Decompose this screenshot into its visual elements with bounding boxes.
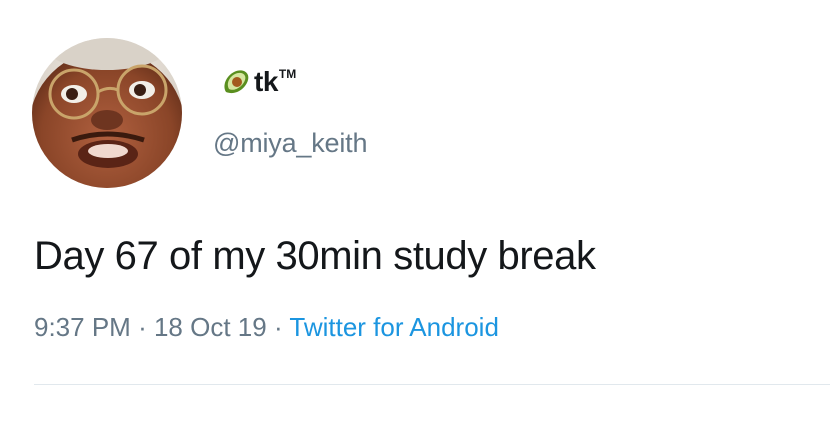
tweet-meta: 9:37 PM · 18 Oct 19 · Twitter for Androi… — [34, 312, 499, 343]
tweet-date[interactable]: 18 Oct 19 — [154, 312, 267, 342]
display-name: tk — [254, 66, 278, 97]
avatar[interactable] — [32, 38, 182, 188]
avatar-photo — [32, 38, 182, 188]
tweet-time[interactable]: 9:37 PM — [34, 312, 131, 342]
user-handle[interactable]: @miya_keith — [213, 128, 367, 159]
meta-separator: · — [273, 312, 283, 342]
trademark-mark: TM — [278, 67, 297, 81]
tweet-text: Day 67 of my 30min study break — [34, 234, 596, 278]
divider — [34, 384, 830, 385]
meta-separator: · — [138, 312, 147, 342]
avocado-icon — [220, 66, 252, 98]
tweet-source-link[interactable]: Twitter for Android — [289, 312, 499, 342]
display-name-row[interactable]: tk TM — [220, 64, 296, 100]
